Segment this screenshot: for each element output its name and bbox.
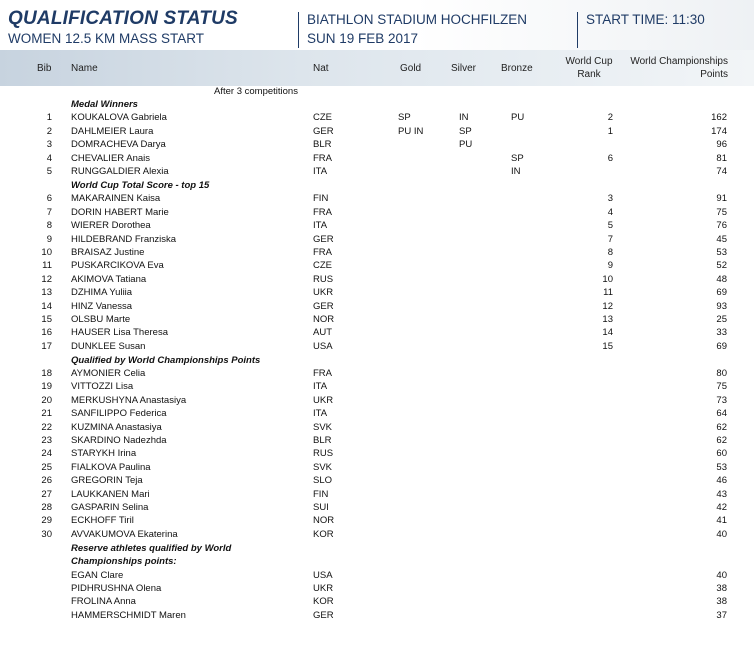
points-cell: 45 bbox=[716, 233, 727, 245]
col-wc-rank-2: Rank bbox=[577, 69, 601, 80]
table-row: 29 ECKHOFF Tiril NOR 41 bbox=[0, 515, 754, 528]
table-row: 4 CHEVALIER Anais FRA SP 6 81 bbox=[0, 153, 754, 166]
table-row: 30 AVVAKUMOVA Ekaterina KOR 40 bbox=[0, 529, 754, 542]
table-row: 28 GASPARIN Selina SUI 42 bbox=[0, 502, 754, 515]
points-cell: 75 bbox=[716, 206, 727, 218]
table-row: 2 DAHLMEIER Laura GER PU IN SP 1 174 bbox=[0, 126, 754, 139]
table-row: 16 HAUSER Lisa Theresa AUT 14 33 bbox=[0, 327, 754, 340]
table-row: 19 VITTOZZI Lisa ITA 75 bbox=[0, 381, 754, 394]
table-row: 14 HINZ Vanessa GER 12 93 bbox=[0, 301, 754, 314]
table-row: 11 PUSKARCIKOVA Eva CZE 9 52 bbox=[0, 260, 754, 273]
points-cell: 62 bbox=[716, 435, 727, 446]
points-cell: 69 bbox=[716, 287, 727, 299]
points-cell: 75 bbox=[716, 381, 727, 393]
table-row: PIDHRUSHNA Olena UKR 38 bbox=[0, 583, 754, 596]
table-row: 24 STARYKH Irina RUS 60 bbox=[0, 448, 754, 461]
table-row: 6 MAKARAINEN Kaisa FIN 3 91 bbox=[0, 193, 754, 206]
table-row: HAMMERSCHMIDT Maren GER 37 bbox=[0, 610, 754, 623]
table-row: 15 OLSBU Marte NOR 13 25 bbox=[0, 314, 754, 327]
points-cell: 93 bbox=[716, 300, 727, 312]
col-bib: Bib bbox=[37, 63, 52, 74]
col-wch-points-1: World Championships bbox=[630, 56, 728, 67]
points-cell: 80 bbox=[716, 368, 727, 379]
table-row: FROLINA Anna KOR 38 bbox=[0, 596, 754, 609]
divider bbox=[577, 12, 578, 48]
points-cell: 62 bbox=[716, 421, 727, 433]
table-row: 17 DUNKLEE Susan USA 15 69 bbox=[0, 341, 754, 354]
points-cell: 37 bbox=[716, 609, 727, 621]
points-cell: 81 bbox=[716, 152, 727, 164]
section-title: Medal Winners bbox=[71, 99, 138, 110]
points-cell: 52 bbox=[716, 260, 727, 272]
points-cell: 73 bbox=[716, 394, 727, 406]
table-row: 25 FIALKOVA Paulina SVK 53 bbox=[0, 462, 754, 475]
table-row: 20 MERKUSHYNA Anastasiya UKR 73 bbox=[0, 395, 754, 408]
event-date: SUN 19 FEB 2017 bbox=[307, 31, 419, 46]
table-row: 18 AYMONIER Celia FRA 80 bbox=[0, 368, 754, 381]
points-cell: 76 bbox=[716, 220, 727, 232]
points-cell: 25 bbox=[716, 313, 727, 325]
points-cell: 42 bbox=[716, 502, 727, 513]
col-wc-rank-1: World Cup bbox=[565, 56, 613, 67]
points-cell: 91 bbox=[716, 193, 727, 205]
section-title-cont: Championships points: bbox=[71, 556, 177, 568]
table-row: 21 SANFILIPPO Federica ITA 64 bbox=[0, 408, 754, 421]
points-cell: 33 bbox=[716, 327, 727, 339]
points-cell: 60 bbox=[716, 448, 727, 460]
table-row: 13 DZHIMA Yuliia UKR 11 69 bbox=[0, 287, 754, 300]
table-row: 12 AKIMOVA Tatiana RUS 10 48 bbox=[0, 274, 754, 287]
table-row: 26 GREGORIN Teja SLO 46 bbox=[0, 475, 754, 488]
points-cell: 38 bbox=[716, 596, 727, 608]
points-cell: 40 bbox=[716, 569, 727, 581]
col-silver: Silver bbox=[451, 63, 477, 74]
section-title: Qualified by World Championships Points bbox=[71, 354, 261, 366]
venue: BIATHLON STADIUM HOCHFILZEN bbox=[307, 12, 528, 27]
points-cell: 69 bbox=[716, 340, 727, 352]
start-time: START TIME: 11:30 bbox=[586, 12, 705, 27]
after-competitions-note: After 3 competitions bbox=[214, 86, 298, 97]
table-row: EGAN Clare USA 40 bbox=[0, 570, 754, 583]
col-bronze: Bronze bbox=[501, 63, 533, 74]
col-gold: Gold bbox=[400, 63, 422, 74]
points-cell: 38 bbox=[716, 582, 727, 594]
col-nat: Nat bbox=[313, 63, 329, 74]
points-cell: 43 bbox=[716, 488, 727, 500]
report-title: QUALIFICATION STATUS bbox=[8, 8, 238, 29]
table-row: 23 SKARDINO Nadezhda BLR 62 bbox=[0, 435, 754, 448]
points-cell: 41 bbox=[716, 515, 727, 527]
table-row: 3 DOMRACHEVA Darya BLR PU 96 bbox=[0, 139, 754, 152]
table-row: 10 BRAISAZ Justine FRA 8 53 bbox=[0, 247, 754, 260]
event-name: WOMEN 12.5 KM MASS START bbox=[8, 31, 205, 46]
points-cell: 53 bbox=[716, 246, 727, 258]
points-cell: 64 bbox=[716, 408, 727, 420]
table-row: 1 KOUKALOVA Gabriela CZE SP IN PU 2 162 bbox=[0, 112, 754, 125]
table-row: 9 HILDEBRAND Franziska GER 7 45 bbox=[0, 234, 754, 247]
section-title: World Cup Total Score - top 15 bbox=[71, 179, 210, 191]
points-cell: 46 bbox=[716, 475, 727, 487]
table-row: 5 RUNGGALDIER Alexia ITA IN 74 bbox=[0, 166, 754, 179]
column-header-bar: Bib Name Nat Gold Silver Bronze World Cu… bbox=[0, 50, 754, 86]
points-cell: 174 bbox=[711, 125, 727, 137]
section-title: Reserve athletes qualified by World bbox=[71, 542, 232, 554]
points-cell: 162 bbox=[711, 112, 727, 124]
points-cell: 53 bbox=[716, 461, 727, 473]
points-cell: 40 bbox=[716, 528, 727, 540]
points-cell: 96 bbox=[716, 139, 727, 151]
points-cell: 74 bbox=[716, 166, 727, 177]
col-name: Name bbox=[71, 63, 98, 74]
divider bbox=[298, 12, 299, 48]
points-cell: 48 bbox=[716, 273, 727, 285]
table-row: 8 WIERER Dorothea ITA 5 76 bbox=[0, 220, 754, 233]
col-wch-points-2: Points bbox=[700, 69, 728, 80]
table-row: 27 LAUKKANEN Mari FIN 43 bbox=[0, 489, 754, 502]
report-header: QUALIFICATION STATUS WOMEN 12.5 KM MASS … bbox=[0, 0, 754, 50]
table-row: 22 KUZMINA Anastasiya SVK 62 bbox=[0, 422, 754, 435]
table-row: 7 DORIN HABERT Marie FRA 4 75 bbox=[0, 207, 754, 220]
